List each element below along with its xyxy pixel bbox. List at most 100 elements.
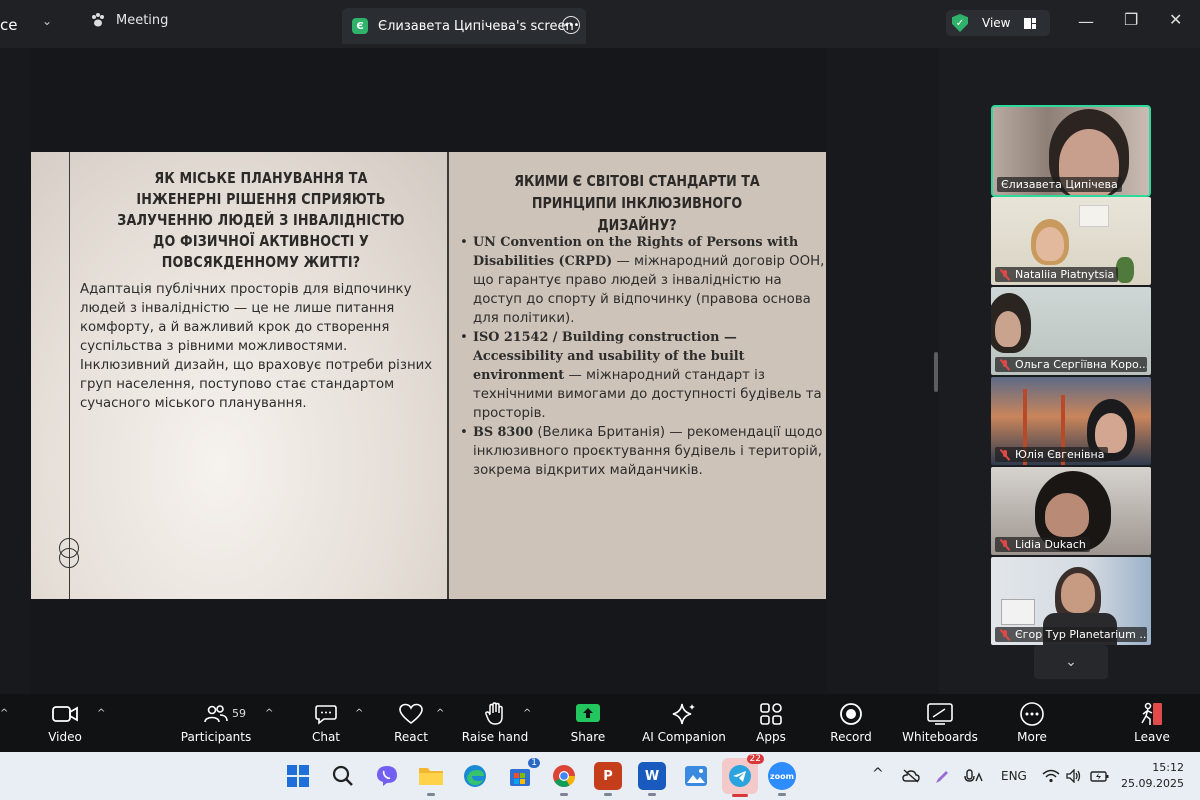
participants-button[interactable]: Participants [171, 700, 261, 744]
participants-label: Participants [180, 730, 252, 744]
share-screen-icon [576, 704, 600, 722]
meeting-toolbar: ^ Video ^ Participants 59 ^ Chat ^ React… [0, 694, 1200, 752]
participant-tile[interactable]: Єлизавета Ципічева [991, 105, 1151, 197]
file-explorer-icon[interactable] [417, 762, 445, 796]
paw-icon [92, 13, 104, 27]
windows-start-icon[interactable] [284, 762, 312, 790]
viber-icon[interactable] [373, 762, 401, 790]
layout-icon [1024, 17, 1037, 29]
more-button[interactable]: More [987, 700, 1077, 744]
participant-tile[interactable]: Nataliia Piatnytsia [991, 197, 1151, 285]
list-item: BS 8300 (Велика Британія) — рекомендації… [459, 423, 825, 480]
chevron-down-icon[interactable]: ⌄ [42, 14, 52, 28]
slide-right-heading: ЯКИМИ Є СВІТОВІ СТАНДАРТИ ТА ПРИНЦИПИ ІН… [514, 172, 760, 234]
raise-hand-options-caret-icon[interactable]: ^ [523, 708, 531, 719]
ai-companion-label: AI Companion [642, 730, 726, 744]
muted-mic-icon [999, 539, 1011, 551]
zoom-app-icon[interactable]: zoom [768, 762, 796, 796]
view-button[interactable]: ✓ View [946, 10, 1050, 36]
participants-options-caret-icon[interactable]: ^ [265, 708, 273, 719]
slide-left-body: Адаптація публічних просторів для відпоч… [80, 282, 433, 411]
leave-button[interactable]: Leave [1107, 700, 1197, 744]
wifi-icon[interactable] [1042, 769, 1060, 786]
whiteboard-icon [927, 703, 953, 725]
slide-vertical-line [69, 152, 70, 599]
meeting-tab[interactable]: Meeting [90, 12, 168, 28]
muted-mic-icon [999, 449, 1011, 461]
chat-icon [315, 705, 337, 725]
ai-companion-button[interactable]: AI Companion [639, 700, 729, 744]
powerpoint-icon[interactable]: P [594, 762, 622, 796]
video-button[interactable]: Video [20, 700, 110, 744]
video-camera-icon [52, 706, 78, 722]
react-button[interactable]: React [366, 700, 456, 744]
participant-tile[interactable]: Lidia Dukach [991, 467, 1151, 555]
search-icon[interactable] [329, 762, 357, 790]
participant-name: Lidia Dukach [995, 537, 1090, 552]
video-options-caret-icon[interactable]: ^ [97, 708, 105, 719]
restore-icon[interactable]: ❐ [1124, 10, 1138, 29]
presentation-slide: ЯК МІСЬКЕ ПЛАНУВАННЯ ТА ІНЖЕНЕРНІ РІШЕНН… [31, 152, 826, 599]
edge-browser-icon[interactable] [461, 762, 489, 790]
more-options-icon[interactable]: ••• [562, 16, 580, 34]
participants-icon [204, 705, 228, 723]
input-language[interactable]: ENG [1001, 769, 1027, 783]
record-button[interactable]: Record [806, 700, 896, 744]
security-shield-icon[interactable]: ✓ [952, 14, 968, 32]
panel-resize-handle[interactable] [934, 352, 938, 392]
onedrive-offline-icon[interactable] [902, 769, 920, 786]
participant-name: Єлизавета Ципічева [997, 177, 1122, 192]
chat-label: Chat [311, 730, 341, 744]
show-hidden-icons-caret-icon[interactable]: ^ [872, 766, 884, 782]
minimize-icon[interactable]: — [1078, 12, 1094, 31]
windows-taskbar: 1 P W 22 zoom ^ ENG 15:12 25.09.2025 [0, 752, 1200, 800]
participants-count: 59 [232, 707, 246, 720]
chrome-icon[interactable] [550, 762, 578, 796]
muted-mic-icon [999, 359, 1011, 371]
clock-date: 25.09.2025 [1121, 777, 1184, 790]
whiteboards-button[interactable]: Whiteboards [895, 700, 985, 744]
screen-share-tab[interactable]: Є Єлизавета Ципічева's screen ••• [342, 8, 586, 44]
pen-icon[interactable] [934, 769, 950, 788]
standards-list: UN Convention on the Rights of Persons w… [459, 233, 825, 480]
presenter-badge: Є [352, 18, 368, 34]
close-icon[interactable]: ✕ [1169, 10, 1182, 29]
photos-icon[interactable] [682, 762, 710, 790]
microphone-in-use-icon[interactable] [964, 769, 984, 788]
record-label: Record [830, 730, 872, 744]
slide-left-heading: ЯК МІСЬКЕ ПЛАНУВАННЯ ТА ІНЖЕНЕРНІ РІШЕНН… [117, 169, 405, 271]
leave-door-icon [1141, 702, 1162, 725]
telegram-icon[interactable]: 22 [722, 754, 764, 797]
raise-hand-icon [485, 702, 503, 725]
system-clock[interactable]: 15:12 25.09.2025 [1118, 760, 1184, 792]
gallery-scroll-down-button[interactable]: ⌄ [1034, 645, 1108, 679]
raise-hand-button[interactable]: Raise hand [450, 700, 540, 744]
video-label: Video [48, 730, 82, 744]
chevron-down-icon: ⌄ [1065, 654, 1077, 670]
participant-tile[interactable]: Юлія Євгенівна [991, 377, 1151, 465]
home-tab-label[interactable]: ce [0, 16, 17, 34]
participant-tile[interactable]: Єгор Тур Planetarium ... [991, 557, 1151, 645]
participant-name: Єгор Тур Planetarium ... [995, 627, 1147, 642]
chat-button[interactable]: Chat [281, 700, 371, 744]
share-button[interactable]: Share [543, 700, 633, 744]
react-options-caret-icon[interactable]: ^ [436, 708, 444, 719]
sparkle-icon [672, 703, 695, 725]
microsoft-store-icon[interactable]: 1 [506, 758, 540, 790]
store-notification-badge: 1 [528, 758, 540, 768]
apps-icon [760, 703, 782, 725]
raise-hand-label: Raise hand [461, 730, 529, 744]
word-icon[interactable]: W [638, 762, 666, 796]
leave-label: Leave [1134, 730, 1170, 744]
chat-options-caret-icon[interactable]: ^ [355, 708, 363, 719]
more-label: More [1017, 730, 1047, 744]
telegram-notification-badge: 22 [746, 754, 764, 764]
audio-options-caret-icon[interactable]: ^ [0, 708, 8, 719]
volume-icon[interactable] [1066, 768, 1082, 786]
apps-button[interactable]: Apps [726, 700, 816, 744]
participant-tile[interactable]: Ольга Сергіївна Коро... [991, 287, 1151, 375]
battery-charging-icon[interactable] [1090, 769, 1110, 786]
record-icon [840, 703, 862, 725]
whiteboards-label: Whiteboards [902, 730, 978, 744]
muted-mic-icon [999, 629, 1011, 641]
